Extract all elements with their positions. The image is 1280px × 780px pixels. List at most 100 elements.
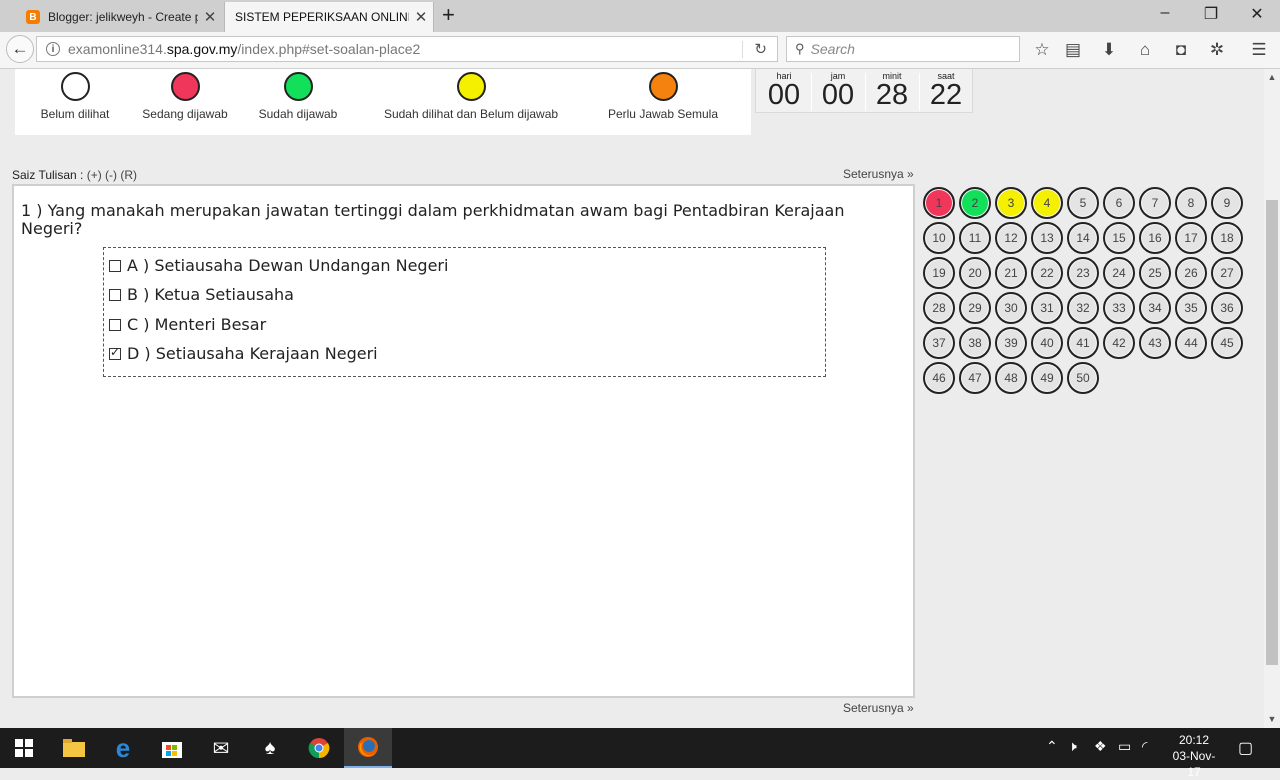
option-b[interactable]: B ) Ketua Setiausaha <box>109 285 294 304</box>
question-button[interactable]: 50 <box>1067 362 1099 394</box>
question-button[interactable]: 47 <box>959 362 991 394</box>
question-button[interactable]: 44 <box>1175 327 1207 359</box>
question-button[interactable]: 43 <box>1139 327 1171 359</box>
battery-icon[interactable]: ▭ <box>1118 738 1131 755</box>
question-button[interactable]: 20 <box>959 257 991 289</box>
question-button[interactable]: 9 <box>1211 187 1243 219</box>
question-button[interactable]: 31 <box>1031 292 1063 324</box>
new-tab-button[interactable]: + <box>442 4 455 26</box>
close-tab-icon[interactable]: ✕ <box>198 8 222 26</box>
question-button[interactable]: 32 <box>1067 292 1099 324</box>
start-icon[interactable] <box>0 728 48 768</box>
question-button[interactable]: 21 <box>995 257 1027 289</box>
question-button[interactable]: 42 <box>1103 327 1135 359</box>
checkbox[interactable] <box>109 318 121 331</box>
question-button[interactable]: 5 <box>1067 187 1099 219</box>
menu-icon[interactable]: ☰ <box>1248 40 1270 60</box>
question-button[interactable]: 33 <box>1103 292 1135 324</box>
tab-exam[interactable]: SISTEM PEPERIKSAAN ONLINE (S ✕ <box>224 2 434 32</box>
question-button[interactable]: 35 <box>1175 292 1207 324</box>
question-button[interactable]: 34 <box>1139 292 1171 324</box>
info-icon[interactable]: i <box>46 42 60 56</box>
scroll-down-icon[interactable]: ▼ <box>1264 714 1280 724</box>
pocket-icon[interactable]: ◘ <box>1170 40 1192 60</box>
solitaire-icon[interactable]: ♠ <box>246 728 294 768</box>
question-button[interactable]: 39 <box>995 327 1027 359</box>
bookmark-star-icon[interactable]: ☆ <box>1031 40 1053 60</box>
checkbox[interactable] <box>109 288 121 301</box>
edge-icon[interactable]: e <box>99 728 147 768</box>
question-button[interactable]: 49 <box>1031 362 1063 394</box>
option-d[interactable]: D ) Setiausaha Kerajaan Negeri <box>109 344 378 363</box>
question-button[interactable]: 45 <box>1211 327 1243 359</box>
firefox-icon[interactable] <box>344 728 392 768</box>
question-button[interactable]: 25 <box>1139 257 1171 289</box>
question-button[interactable]: 4 <box>1031 187 1063 219</box>
question-button[interactable]: 29 <box>959 292 991 324</box>
question-button[interactable]: 17 <box>1175 222 1207 254</box>
question-button[interactable]: 19 <box>923 257 955 289</box>
question-button[interactable]: 8 <box>1175 187 1207 219</box>
home-icon[interactable]: ⌂ <box>1134 40 1156 60</box>
chrome-icon[interactable] <box>295 728 343 768</box>
question-button[interactable]: 36 <box>1211 292 1243 324</box>
minimize-icon[interactable]: – <box>1150 4 1180 22</box>
mail-icon[interactable]: ✉ <box>197 728 245 768</box>
tab-blogger[interactable]: B Blogger: jelikweyh - Create p ✕ <box>16 2 222 32</box>
question-button[interactable]: 30 <box>995 292 1027 324</box>
question-button[interactable]: 12 <box>995 222 1027 254</box>
question-button[interactable]: 38 <box>959 327 991 359</box>
extension-icon[interactable]: ✲ <box>1206 40 1228 60</box>
question-button[interactable]: 2 <box>959 187 991 219</box>
question-button[interactable]: 6 <box>1103 187 1135 219</box>
question-button[interactable]: 13 <box>1031 222 1063 254</box>
option-a[interactable]: A ) Setiausaha Dewan Undangan Negeri <box>109 256 448 275</box>
question-button[interactable]: 41 <box>1067 327 1099 359</box>
question-button[interactable]: 16 <box>1139 222 1171 254</box>
next-link-top[interactable]: Seterusnya » <box>843 167 914 181</box>
question-button[interactable]: 1 <box>923 187 955 219</box>
question-button[interactable]: 14 <box>1067 222 1099 254</box>
restore-icon[interactable]: ❐ <box>1196 4 1226 24</box>
checkbox[interactable] <box>109 259 121 272</box>
next-link-bottom[interactable]: Seterusnya » <box>843 701 914 715</box>
vertical-scrollbar[interactable]: ▲ ▼ <box>1264 69 1280 728</box>
question-button[interactable]: 40 <box>1031 327 1063 359</box>
question-button[interactable]: 37 <box>923 327 955 359</box>
font-size-buttons[interactable]: (+) (-) (R) <box>87 168 137 182</box>
option-c[interactable]: C ) Menteri Besar <box>109 315 266 334</box>
checkbox[interactable] <box>109 345 121 360</box>
search-input[interactable]: ⚲ Search <box>786 36 1020 62</box>
address-bar[interactable]: i examonline314. spa.gov.my/index.php#set… <box>36 36 778 62</box>
question-button[interactable]: 7 <box>1139 187 1171 219</box>
dropbox-icon[interactable]: ❖ <box>1094 738 1107 755</box>
question-button[interactable]: 22 <box>1031 257 1063 289</box>
question-button[interactable]: 26 <box>1175 257 1207 289</box>
file-explorer-icon[interactable] <box>50 728 98 768</box>
reload-icon[interactable]: ↻ <box>754 40 767 58</box>
question-button[interactable]: 46 <box>923 362 955 394</box>
store-icon[interactable] <box>148 728 196 768</box>
question-button[interactable]: 3 <box>995 187 1027 219</box>
question-button[interactable]: 27 <box>1211 257 1243 289</box>
back-button[interactable]: ← <box>6 35 34 63</box>
system-clock[interactable]: 20:12 03-Nov-17 <box>1166 732 1222 780</box>
volume-icon[interactable]: 🕨 <box>1068 738 1077 755</box>
question-button[interactable]: 10 <box>923 222 955 254</box>
close-window-icon[interactable]: ✕ <box>1242 4 1272 24</box>
notifications-icon[interactable]: ▢ <box>1238 738 1253 758</box>
wifi-icon[interactable]: ◜ <box>1142 738 1147 755</box>
question-button[interactable]: 15 <box>1103 222 1135 254</box>
question-button[interactable]: 18 <box>1211 222 1243 254</box>
close-tab-icon[interactable]: ✕ <box>409 8 433 26</box>
question-button[interactable]: 48 <box>995 362 1027 394</box>
question-button[interactable]: 23 <box>1067 257 1099 289</box>
scroll-thumb[interactable] <box>1266 200 1278 665</box>
question-button[interactable]: 24 <box>1103 257 1135 289</box>
question-button[interactable]: 28 <box>923 292 955 324</box>
download-icon[interactable]: ⬇ <box>1098 40 1120 60</box>
show-hidden-icons[interactable]: ⌃ <box>1046 738 1058 755</box>
scroll-up-icon[interactable]: ▲ <box>1264 72 1280 82</box>
reading-list-icon[interactable]: ▤ <box>1062 40 1084 60</box>
question-button[interactable]: 11 <box>959 222 991 254</box>
